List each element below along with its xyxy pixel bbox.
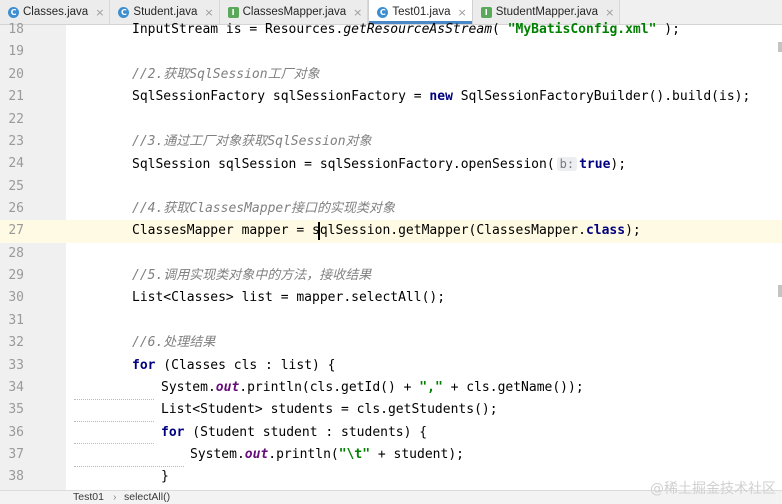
comment: //5.调用实现类对象中的方法，接收结果 xyxy=(132,268,372,283)
interface-icon: I xyxy=(480,6,492,18)
close-icon[interactable]: × xyxy=(458,6,467,19)
scroll-marker[interactable] xyxy=(778,42,782,52)
code-line: 19 xyxy=(0,41,782,63)
line-number: 25 xyxy=(8,178,24,194)
code-text: for (Student student : students) { xyxy=(161,424,428,440)
code-line: 37 System.out.println("\t" + student); xyxy=(0,444,782,466)
code-text: List<Classes> list = mapper.selectAll(); xyxy=(132,290,446,306)
code-line: 21 SqlSessionFactory sqlSessionFactory =… xyxy=(0,86,782,108)
code-line: 20 //2.获取SqlSession工厂对象 xyxy=(0,64,782,86)
class-icon: C xyxy=(8,6,19,18)
line-number: 38 xyxy=(8,469,24,485)
line-number: 35 xyxy=(8,402,24,418)
code-line: 30 List<Classes> list = mapper.selectAll… xyxy=(0,287,782,309)
watermark: @稀土掘金技术社区 xyxy=(650,481,776,497)
code-text: SqlSession sqlSession = sqlSessionFactor… xyxy=(132,157,627,173)
code-line: 18 InputStream is = Resources.getResourc… xyxy=(0,19,782,41)
tab-label: Classes.java xyxy=(23,6,89,18)
class-icon: C xyxy=(118,6,130,18)
line-number: 18 xyxy=(8,22,24,37)
tab-label: StudentMapper.java xyxy=(495,6,599,18)
line-number: 20 xyxy=(8,66,24,82)
line-number: 33 xyxy=(8,357,24,373)
line-number: 32 xyxy=(8,335,24,351)
line-number: 24 xyxy=(8,156,24,172)
scroll-marker[interactable] xyxy=(778,285,782,297)
class-icon: C xyxy=(377,6,389,18)
breadcrumb-separator: › xyxy=(113,491,117,503)
line-number: 37 xyxy=(8,447,24,462)
breadcrumb-class[interactable]: Test01 xyxy=(73,491,104,504)
line-number: 28 xyxy=(8,245,24,261)
line-number: 30 xyxy=(8,290,24,306)
line-number: 31 xyxy=(8,312,24,328)
text-caret xyxy=(318,222,320,241)
close-icon[interactable]: × xyxy=(204,6,213,19)
code-line: 35 List<Student> students = cls.getStude… xyxy=(0,399,782,421)
code-line: 25 xyxy=(0,176,782,198)
code-text: } xyxy=(161,469,169,485)
code-text: SqlSessionFactory sqlSessionFactory = ne… xyxy=(132,89,751,105)
code-line: 36 for (Student student : students) { xyxy=(0,422,782,444)
code-text: System.out.println(cls.getId() + "," + c… xyxy=(161,379,584,395)
parameter-hint: b: xyxy=(556,157,578,172)
indent-guide xyxy=(74,421,154,423)
close-icon[interactable]: × xyxy=(605,6,614,19)
code-line: 32 //6.处理结果 xyxy=(0,332,782,354)
line-number: 19 xyxy=(8,44,24,60)
tab-label: Student.java xyxy=(133,6,198,18)
code-text: for (Classes cls : list) { xyxy=(132,357,336,373)
comment: //6.处理结果 xyxy=(132,335,216,351)
line-number: 23 xyxy=(8,133,24,149)
code-text: InputStream is = Resources.getResourceAs… xyxy=(132,22,680,37)
close-icon[interactable]: × xyxy=(353,6,362,19)
line-number: 36 xyxy=(8,424,24,440)
indent-guide xyxy=(74,399,154,401)
indent-guide xyxy=(74,466,184,468)
breadcrumb-method[interactable]: selectAll() xyxy=(124,491,170,504)
code-text: List<Student> students = cls.getStudents… xyxy=(161,402,498,418)
code-line: 33 for (Classes cls : list) { xyxy=(0,355,782,377)
comment: //4.获取ClassesMapper接口的实现类对象 xyxy=(132,200,396,216)
code-line: 28 xyxy=(0,243,782,265)
interface-icon: I xyxy=(227,6,239,18)
code-line: 34 System.out.println(cls.getId() + "," … xyxy=(0,377,782,399)
line-number: 21 xyxy=(8,89,24,105)
indent-guide xyxy=(74,443,154,445)
code-line: 26 //4.获取ClassesMapper接口的实现类对象 xyxy=(0,198,782,220)
code-text: ClassesMapper mapper = sqlSession.getMap… xyxy=(132,223,641,239)
code-line: 31 xyxy=(0,310,782,332)
line-number: 26 xyxy=(8,200,24,216)
code-line: 23 //3.通过工厂对象获取SqlSession对象 xyxy=(0,131,782,153)
code-line: 29 //5.调用实现类对象中的方法，接收结果 xyxy=(0,265,782,287)
tab-label: Test01.java xyxy=(392,6,451,18)
code-line: 22 xyxy=(0,109,782,131)
comment: //2.获取SqlSession工厂对象 xyxy=(132,66,320,82)
code-line: 24 SqlSession sqlSession = sqlSessionFac… xyxy=(0,153,782,175)
current-code-line: 27 ClassesMapper mapper = sqlSession.get… xyxy=(0,220,782,243)
line-number: 34 xyxy=(8,379,24,395)
tab-label: ClassesMapper.java xyxy=(242,6,347,18)
comment: //3.通过工厂对象获取SqlSession对象 xyxy=(132,133,372,149)
line-number: 27 xyxy=(8,223,24,239)
close-icon[interactable]: × xyxy=(95,6,104,19)
line-number: 22 xyxy=(8,111,24,127)
line-number: 29 xyxy=(8,268,24,283)
code-text: System.out.println("\t" + student); xyxy=(190,447,464,462)
